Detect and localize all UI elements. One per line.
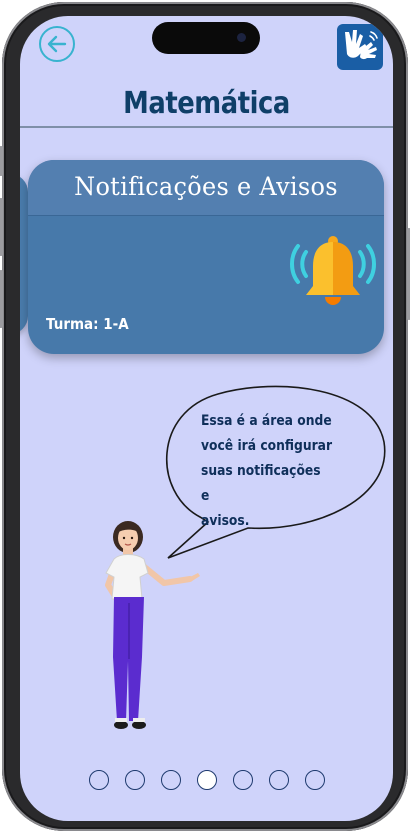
page-title: Matemática (123, 86, 290, 121)
notifications-card[interactable]: Notificações e Avisos Turma: 1-A (28, 160, 384, 354)
sign-language-button[interactable] (337, 24, 383, 70)
card-title: Notificações e Avisos (74, 172, 338, 201)
teacher-avatar (105, 521, 200, 729)
class-label: Turma: 1-A (46, 315, 129, 333)
previous-card-peek[interactable] (20, 174, 28, 334)
pagination-dot[interactable] (160, 770, 181, 790)
mute-switch (0, 146, 3, 176)
pagination-dot[interactable] (232, 770, 253, 790)
front-camera (237, 33, 246, 42)
dynamic-island (152, 22, 260, 54)
speech-line: suas notificações e (201, 463, 321, 504)
pagination-dots (20, 770, 393, 790)
pagination-dot[interactable] (268, 770, 289, 790)
volume-down-button (0, 270, 3, 328)
speech-line: Essa é a área onde (201, 413, 332, 429)
speech-text: Essa é a área onde você irá configurar s… (201, 409, 333, 534)
arrow-left-circle-icon (47, 35, 67, 53)
title-divider (20, 126, 393, 128)
back-button[interactable] (39, 26, 75, 62)
sign-language-hands-icon (345, 30, 378, 60)
speech-line: você irá configurar (201, 438, 333, 454)
pagination-dot[interactable] (88, 770, 109, 790)
speech-line: avisos. (201, 513, 250, 529)
pagination-dot[interactable] (124, 770, 145, 790)
volume-up-button (0, 198, 3, 256)
pagination-dot[interactable] (304, 770, 325, 790)
phone-frame: Matemática Notificações e Avisos Turma: … (0, 2, 410, 831)
pagination-dot-active[interactable] (196, 770, 217, 790)
ringing-bell-icon (290, 236, 376, 305)
app-screen: Matemática Notificações e Avisos Turma: … (20, 16, 393, 821)
